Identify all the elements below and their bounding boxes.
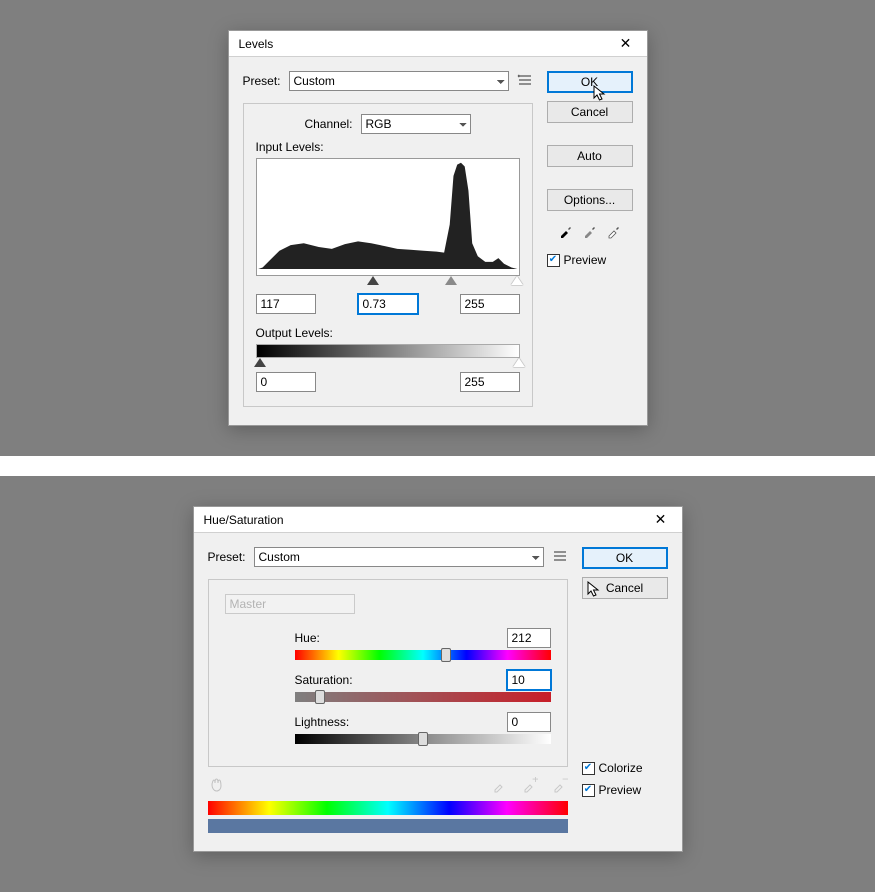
preset-menu-icon[interactable] [517, 73, 533, 89]
output-black-field[interactable] [256, 372, 316, 392]
eyedropper-icon[interactable] [492, 777, 508, 793]
white-eyedropper-icon[interactable] [606, 223, 622, 239]
auto-button[interactable]: Auto [547, 145, 633, 167]
saturation-label: Saturation: [295, 673, 375, 687]
hand-tool-icon[interactable] [208, 777, 224, 793]
output-color-strip [208, 819, 568, 833]
lightness-field[interactable] [507, 712, 551, 732]
hsl-group: Master Hue: Saturation: [208, 579, 568, 767]
lightness-slider[interactable] [295, 734, 551, 744]
eyedropper-plus-icon[interactable]: + [522, 777, 538, 793]
gray-eyedropper-icon[interactable] [582, 223, 598, 239]
levels-dialog: Levels ✕ Preset: Custom Channel: [228, 30, 648, 426]
hue-label: Hue: [295, 631, 375, 645]
histogram[interactable] [256, 158, 520, 276]
preset-select[interactable]: Custom [254, 547, 544, 567]
preset-select[interactable]: Custom [289, 71, 509, 91]
saturation-field[interactable] [507, 670, 551, 690]
hue-saturation-dialog: Hue/Saturation ✕ Preset: Custom Master [193, 506, 683, 852]
close-icon[interactable]: ✕ [611, 34, 641, 54]
levels-group: Channel: RGB Input Levels: [243, 103, 533, 407]
svg-text:+: + [532, 777, 538, 786]
output-black-slider[interactable] [254, 358, 266, 367]
colorize-label: Colorize [599, 761, 643, 775]
hue-slider[interactable] [295, 650, 551, 660]
input-white-field[interactable] [460, 294, 520, 314]
eyedropper-minus-icon[interactable]: − [552, 777, 568, 793]
input-gamma-field[interactable] [358, 294, 418, 314]
lightness-label: Lightness: [295, 715, 375, 729]
preview-checkbox[interactable]: ✔ Preview [582, 783, 668, 797]
close-icon[interactable]: ✕ [646, 510, 676, 530]
cancel-button[interactable]: Cancel [582, 577, 668, 599]
preview-label: Preview [564, 253, 607, 267]
input-levels-label: Input Levels: [256, 140, 520, 154]
preview-checkbox[interactable]: ✔ Preview [547, 253, 633, 267]
input-color-strip [208, 801, 568, 815]
options-button[interactable]: Options... [547, 189, 633, 211]
ok-button[interactable]: OK [547, 71, 633, 93]
output-gradient[interactable] [256, 344, 520, 358]
cancel-button[interactable]: Cancel [547, 101, 633, 123]
cursor-icon [587, 581, 601, 599]
ok-button[interactable]: OK [582, 547, 668, 569]
preview-label: Preview [599, 783, 642, 797]
colorize-checkbox[interactable]: ✔ Colorize [582, 761, 668, 775]
channel-select[interactable]: RGB [361, 114, 471, 134]
saturation-slider[interactable] [295, 692, 551, 702]
black-eyedropper-icon[interactable] [558, 223, 574, 239]
titlebar[interactable]: Levels ✕ [229, 31, 647, 57]
input-gamma-slider[interactable] [445, 276, 457, 285]
dialog-title: Levels [239, 37, 274, 51]
preset-label: Preset: [243, 74, 281, 88]
input-black-field[interactable] [256, 294, 316, 314]
output-white-field[interactable] [460, 372, 520, 392]
hue-field[interactable] [507, 628, 551, 648]
output-white-slider[interactable] [513, 358, 525, 367]
titlebar[interactable]: Hue/Saturation ✕ [194, 507, 682, 533]
channel-label: Channel: [304, 117, 352, 131]
preset-menu-icon[interactable] [552, 549, 568, 565]
preset-label: Preset: [208, 550, 246, 564]
input-white-slider[interactable] [511, 276, 523, 285]
dialog-title: Hue/Saturation [204, 513, 284, 527]
input-black-slider[interactable] [367, 276, 379, 285]
output-levels-label: Output Levels: [256, 326, 520, 340]
range-select: Master [225, 594, 355, 614]
svg-text:−: − [562, 777, 568, 786]
